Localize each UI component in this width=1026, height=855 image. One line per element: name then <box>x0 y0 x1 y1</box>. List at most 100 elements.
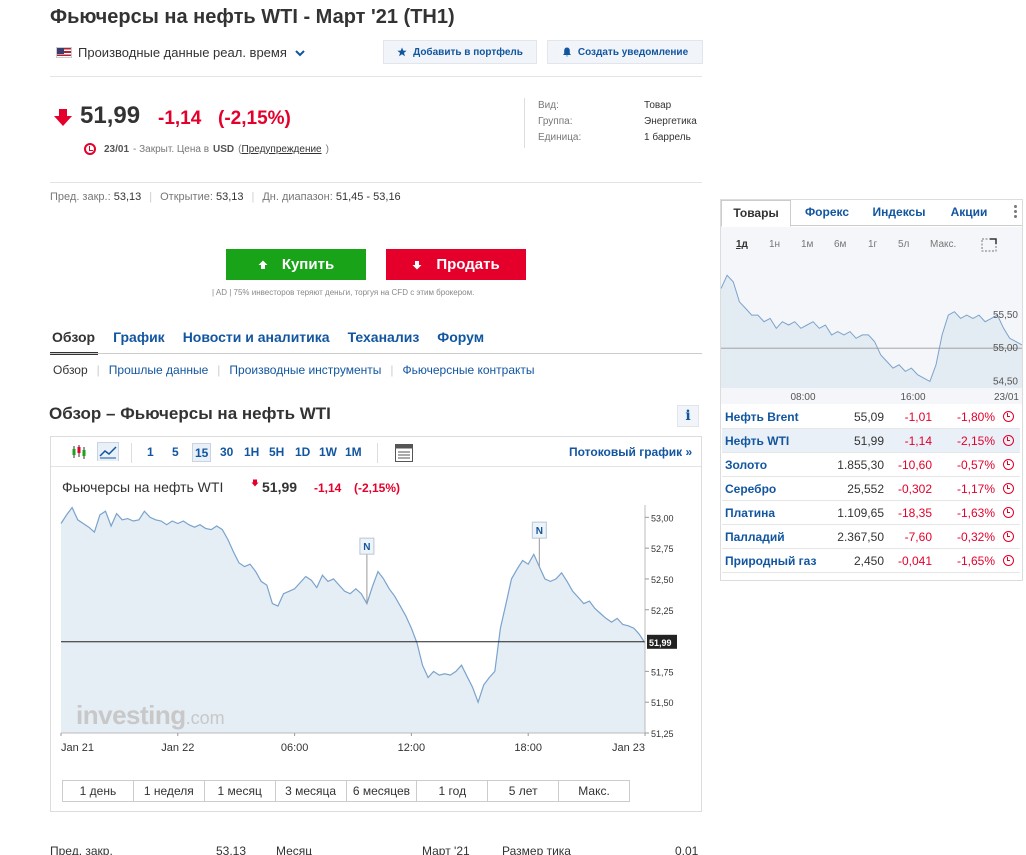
more-icon[interactable] <box>1014 205 1018 219</box>
widget-tab-stocks[interactable]: Акции <box>941 200 997 226</box>
period-3m[interactable]: 3 месяца <box>276 781 347 801</box>
info-label: Вид: <box>538 100 559 111</box>
widget-tab-forex[interactable]: Форекс <box>797 200 857 226</box>
add-portfolio-button[interactable]: Добавить в портфель <box>383 40 537 64</box>
widget-tf-1y[interactable]: 1г <box>868 239 877 250</box>
row-name[interactable]: Золото <box>722 458 822 472</box>
widget-tf-max[interactable]: Макс. <box>930 239 956 250</box>
period-6m[interactable]: 6 месяцев <box>347 781 418 801</box>
bottom-label: Размер тика <box>502 844 571 855</box>
y-tick-label: 52,50 <box>651 575 674 585</box>
widget-tf-6m[interactable]: 6м <box>834 239 846 250</box>
timeframe-1d[interactable]: 1D <box>295 443 310 462</box>
toolbar-divider <box>131 443 132 463</box>
period-1y[interactable]: 1 год <box>417 781 489 801</box>
row-name[interactable]: Природный газ <box>722 554 822 568</box>
timeframe-5h[interactable]: 5H <box>269 443 284 462</box>
period-5y[interactable]: 5 лет <box>488 781 560 801</box>
tab-forum[interactable]: Форум <box>437 329 484 345</box>
quote-stats: Пред. закр.: 53,13 | Открытие: 53,13 | Д… <box>50 191 401 203</box>
info-icon[interactable]: i <box>677 405 699 427</box>
table-row[interactable]: Нефть Brent 55,09 -1,01 -1,80% <box>722 405 1020 429</box>
stream-chart-link[interactable]: Потоковый график » <box>569 443 692 462</box>
row-name[interactable]: Нефть WTI <box>722 434 822 448</box>
row-pct: -1,65% <box>956 553 995 568</box>
line-chart-icon[interactable] <box>97 442 119 461</box>
widget-tab-indices[interactable]: Индексы <box>867 200 931 226</box>
period-1d[interactable]: 1 день <box>63 781 134 801</box>
widget-tf-1m[interactable]: 1м <box>801 239 813 250</box>
table-row[interactable]: Нефть WTI 51,99 -1,14 -2,15% <box>722 429 1020 453</box>
row-pct: -1,80% <box>956 409 995 424</box>
row-price: 2,450 <box>853 553 884 568</box>
timeframe-1[interactable]: 1 <box>147 443 154 462</box>
period-1m[interactable]: 1 месяц <box>205 781 276 801</box>
price-change-pct: (-2,15%) <box>218 108 291 129</box>
table-view-icon[interactable] <box>394 443 414 462</box>
stat-label: Дн. диапазон: <box>262 191 333 203</box>
y-tick-label: 53,00 <box>651 513 674 523</box>
row-name[interactable]: Нефть Brent <box>722 410 822 424</box>
subtab-history[interactable]: Прошлые данные <box>109 363 208 377</box>
table-row[interactable]: Золото 1.855,30 -10,60 -0,57% <box>722 453 1020 477</box>
info-value: Товар <box>644 100 672 111</box>
status-currency: USD <box>213 143 235 155</box>
table-row[interactable]: Платина 1.109,65 -18,35 -1,63% <box>722 501 1020 525</box>
tab-technical[interactable]: Теханализ <box>348 329 420 345</box>
row-name[interactable]: Палладий <box>722 530 822 544</box>
row-name[interactable]: Серебро <box>722 482 822 496</box>
subtab-derivatives[interactable]: Производные инструменты <box>229 363 381 377</box>
timeframe-15[interactable]: 15 <box>192 443 212 462</box>
table-row[interactable]: Природный газ 2,450 -0,041 -1,65% <box>722 549 1020 573</box>
expand-icon[interactable] <box>981 238 997 252</box>
create-alert-button[interactable]: Создать уведомление <box>547 40 703 64</box>
timeframe-5[interactable]: 5 <box>172 443 179 462</box>
subtab-futures[interactable]: Фьючерсные контракты <box>403 363 535 377</box>
tab-news[interactable]: Новости и аналитика <box>183 329 330 345</box>
candlestick-icon[interactable] <box>71 444 87 463</box>
news-marker-label: N <box>363 542 370 553</box>
timeframe-1m[interactable]: 1M <box>345 443 362 462</box>
tab-chart[interactable]: График <box>113 329 165 345</box>
sell-label: Продать <box>436 256 500 273</box>
table-row[interactable]: Серебро 25,552 -0,302 -1,17% <box>722 477 1020 501</box>
mini-y-tick-label: 54,50 <box>993 376 1018 387</box>
ad-disclaimer: | AD | 75% инвесторов теряют деньги, тор… <box>212 288 475 297</box>
widget-tf-5y[interactable]: 5л <box>898 239 909 250</box>
mini-price-area <box>721 275 1022 388</box>
row-change: -1,14 <box>904 433 932 448</box>
sub-tabs: Обзор | Прошлые данные | Производные инс… <box>53 363 535 377</box>
widget-tf-1d[interactable]: 1д <box>736 239 748 250</box>
info-value: Энергетика <box>644 116 697 127</box>
row-change: -10,60 <box>897 457 932 472</box>
clock-icon <box>1003 507 1014 518</box>
widget-tf-1w[interactable]: 1н <box>769 239 780 250</box>
mini-price-chart[interactable]: 55,50 55,00 54,50 08:00 16:00 23/01 <box>721 262 1022 404</box>
subtab-overview[interactable]: Обзор <box>53 363 88 377</box>
timeframe-1w[interactable]: 1W <box>319 443 337 462</box>
table-row[interactable]: Палладий 2.367,50 -7,60 -0,32% <box>722 525 1020 549</box>
warning-link[interactable]: Предупреждение <box>242 144 322 155</box>
widget-tab-commodities[interactable]: Товары <box>721 200 791 227</box>
y-tick-label: 52,75 <box>651 544 674 554</box>
investing-watermark: investing.com <box>76 700 225 731</box>
tab-overview[interactable]: Обзор <box>52 329 95 345</box>
y-tick-label: 52,25 <box>651 606 674 616</box>
realtime-label: Производные данные реал. время <box>78 45 287 60</box>
chart-toolbar: 1 5 15 30 1H 5H 1D 1W 1M Потоковый графи… <box>51 437 701 467</box>
buy-button[interactable]: Купить <box>226 249 366 280</box>
period-max[interactable]: Макс. <box>559 781 629 801</box>
sell-button[interactable]: Продать <box>386 249 526 280</box>
section-title: Обзор – Фьючерсы на нефть WTI <box>49 404 331 423</box>
timeframe-30[interactable]: 30 <box>220 443 233 462</box>
watermark-light: .com <box>185 708 225 728</box>
row-price: 51,99 <box>853 433 884 448</box>
clock-icon <box>1003 555 1014 566</box>
x-tick-label: Jan 22 <box>161 742 194 754</box>
y-tick-label: 51,75 <box>651 667 674 677</box>
period-1w[interactable]: 1 неделя <box>134 781 205 801</box>
realtime-selector[interactable]: Производные данные реал. время <box>56 45 307 60</box>
row-pct: -2,15% <box>956 433 995 448</box>
row-name[interactable]: Платина <box>722 506 822 520</box>
timeframe-1h[interactable]: 1H <box>244 443 259 462</box>
